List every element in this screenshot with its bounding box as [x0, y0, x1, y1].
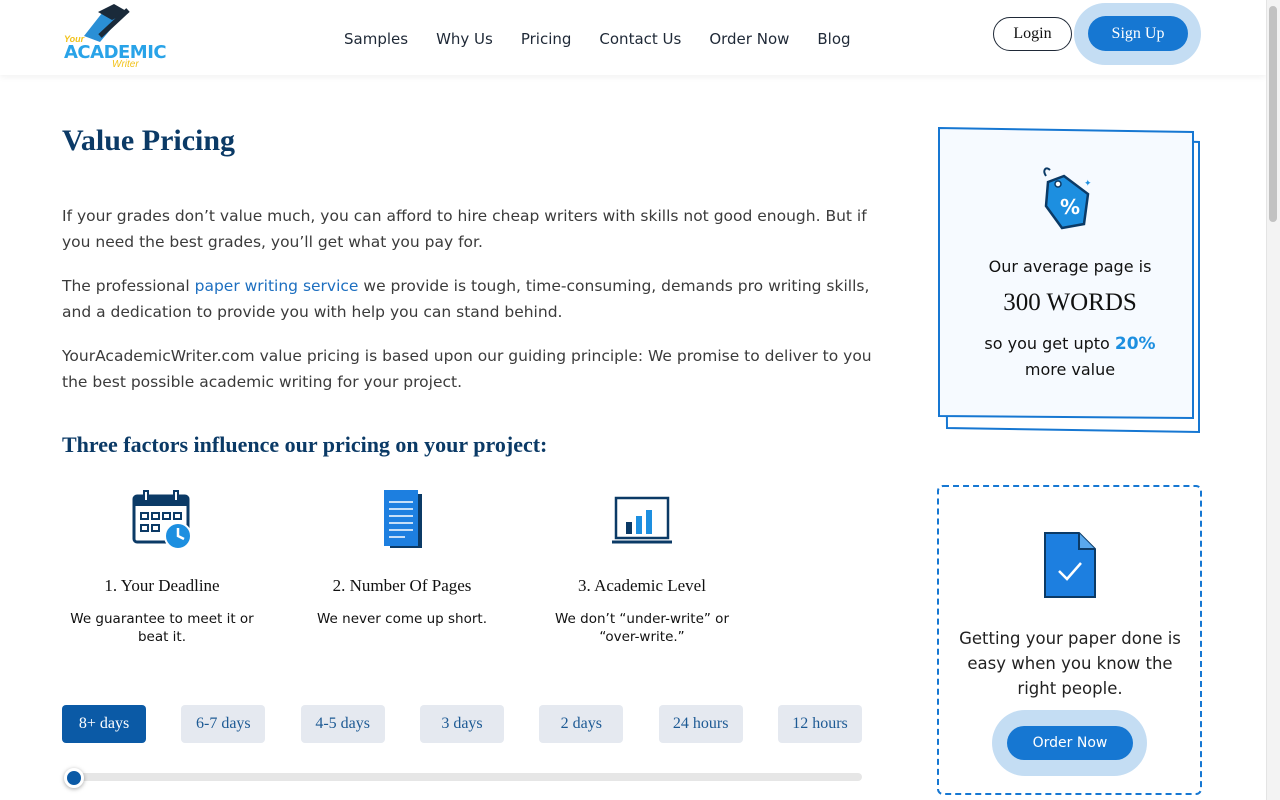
price-tag-percent-icon: % ✦	[1043, 167, 1092, 230]
deadline-8-plus-days[interactable]: 8+ days	[62, 705, 146, 743]
paper-writing-service-link[interactable]: paper writing service	[195, 277, 359, 295]
main-nav: Samples Why Us Pricing Contact Us Order …	[344, 30, 879, 48]
factor-pages: 2. Number Of Pages We never come up shor…	[302, 488, 502, 628]
factor-level-desc: We don’t “under-write” or “over-write.”	[555, 611, 729, 645]
nav-contact-us[interactable]: Contact Us	[599, 30, 681, 48]
page-scrollbar-thumb[interactable]	[1269, 6, 1277, 222]
document-check-icon	[1044, 532, 1096, 598]
deadline-12-hours[interactable]: 12 hours	[777, 705, 862, 743]
document-pages-icon	[384, 490, 422, 548]
deadline-2-days[interactable]: 2 days	[539, 705, 624, 743]
factor-level: 3. Academic Level We don’t “under-write”…	[542, 488, 742, 646]
calendar-clock-icon	[132, 490, 192, 550]
deadline-selector: 8+ days 6-7 days 4-5 days 3 days 2 days …	[62, 705, 862, 743]
site-header: Your ACADEMIC Writer Samples Why Us Pric…	[0, 0, 1266, 75]
average-page-label: Our average page is	[988, 257, 1152, 276]
factor-level-title: 3. Academic Level	[578, 576, 706, 595]
more-value-percent: 20%	[1114, 334, 1156, 354]
p2-text-before: The professional	[62, 277, 195, 295]
more-value-after: more value	[1024, 360, 1116, 379]
logo-writer-text: Writer	[112, 59, 139, 70]
intro-paragraph-1: If your grades don’t value much, you can…	[62, 207, 867, 251]
deadline-24-hours[interactable]: 24 hours	[658, 705, 743, 743]
nav-blog[interactable]: Blog	[817, 30, 850, 48]
signup-button[interactable]: Sign Up	[1088, 16, 1188, 51]
deadline-3-days[interactable]: 3 days	[419, 705, 504, 743]
factor-pages-title: 2. Number Of Pages	[332, 576, 472, 595]
more-value-before: so you get upto	[984, 334, 1115, 353]
factor-deadline: 1. Your Deadline We guarantee to meet it…	[62, 488, 262, 646]
nav-pricing[interactable]: Pricing	[521, 30, 572, 48]
factor-deadline-desc: We guarantee to meet it or beat it.	[70, 611, 254, 645]
nav-samples[interactable]: Samples	[344, 30, 408, 48]
intro-paragraph-2: The professional paper writing service w…	[62, 273, 872, 325]
deadline-slider-track[interactable]	[70, 773, 862, 781]
order-cta-text: Getting your paper done is easy when you…	[959, 629, 1181, 698]
login-button[interactable]: Login	[993, 17, 1072, 51]
svg-text:✦: ✦	[1084, 179, 1092, 189]
nav-order-now[interactable]: Order Now	[709, 30, 789, 48]
bar-chart-monitor-icon	[612, 496, 672, 544]
factors-heading: Three factors influence our pricing on y…	[62, 432, 548, 457]
average-page-words: 300 WORDS	[1003, 289, 1137, 316]
page-title: Value Pricing	[62, 124, 236, 157]
order-now-button[interactable]: Order Now	[1007, 726, 1133, 760]
deadline-4-5-days[interactable]: 4-5 days	[300, 705, 385, 743]
factor-pages-desc: We never come up short.	[317, 611, 487, 627]
intro-paragraph-3: YourAcademicWriter.com value pricing is …	[62, 347, 872, 391]
factor-deadline-title: 1. Your Deadline	[104, 576, 220, 595]
more-value-note: so you get upto 20% more value	[950, 331, 1190, 382]
deadline-6-7-days[interactable]: 6-7 days	[181, 705, 266, 743]
deadline-slider-thumb[interactable]	[64, 768, 84, 788]
nav-why-us[interactable]: Why Us	[436, 30, 493, 48]
svg-text:%: %	[1060, 195, 1080, 219]
